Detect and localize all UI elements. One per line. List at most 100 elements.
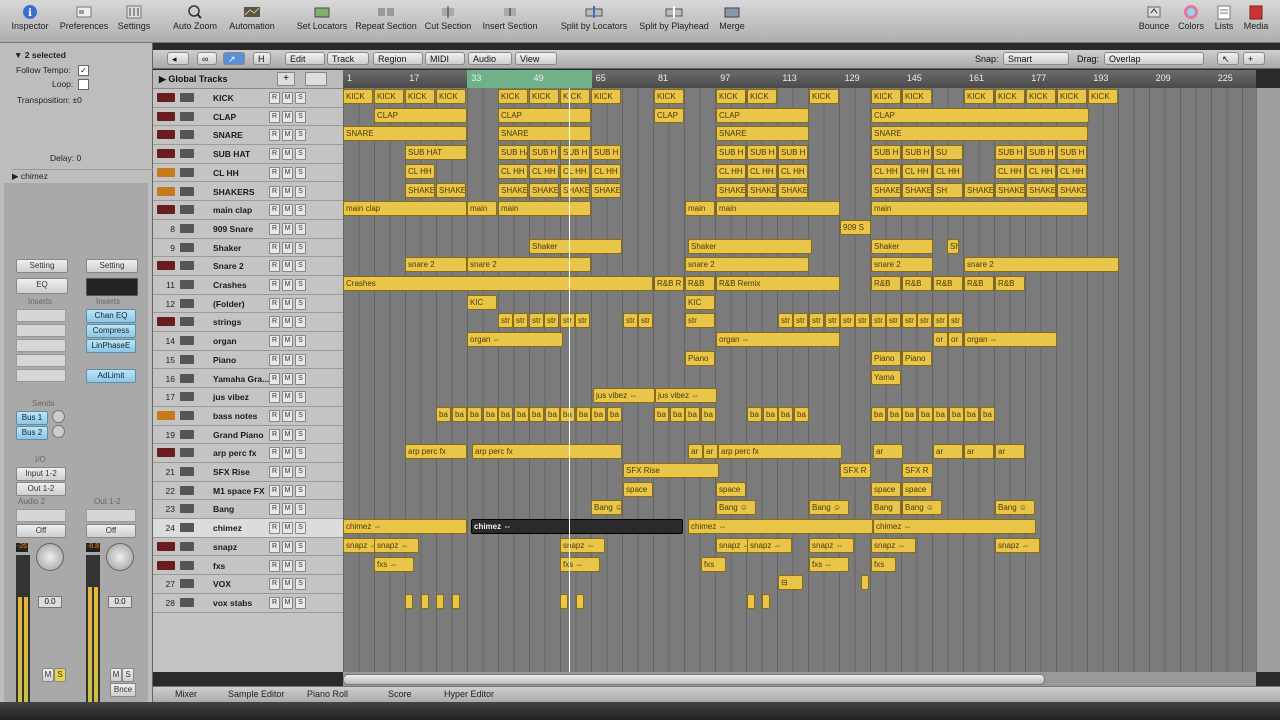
- region[interactable]: CL HH: [591, 163, 621, 179]
- region[interactable]: ba: [591, 406, 606, 422]
- solo-button[interactable]: S: [295, 409, 306, 422]
- mute-button[interactable]: M: [282, 110, 293, 123]
- region[interactable]: ba: [964, 406, 979, 422]
- region[interactable]: CL HH: [995, 163, 1025, 179]
- group-slot[interactable]: [16, 509, 66, 522]
- tab-mixer[interactable]: Mixer: [175, 689, 197, 699]
- region[interactable]: R&B: [685, 276, 715, 291]
- region[interactable]: organ ⇔: [716, 332, 840, 348]
- region[interactable]: Yama: [871, 369, 901, 385]
- tab-piano-roll[interactable]: Piano Roll: [307, 689, 348, 699]
- midi-menu[interactable]: MIDI: [425, 52, 465, 65]
- region[interactable]: str: [902, 313, 917, 329]
- region[interactable]: SHAKE: [560, 182, 590, 198]
- mute-button[interactable]: M: [282, 129, 293, 142]
- transposition-row[interactable]: Transposition: ±0: [17, 95, 147, 105]
- mute-button[interactable]: M: [282, 297, 293, 310]
- set-locators-button[interactable]: Set Locators: [295, 2, 349, 31]
- insert-slot[interactable]: [16, 309, 66, 322]
- region[interactable]: or: [948, 332, 963, 348]
- region[interactable]: fxs ⇔: [374, 556, 414, 572]
- region[interactable]: Bang ☺: [995, 500, 1035, 516]
- region[interactable]: SHAKE: [902, 182, 932, 198]
- region[interactable]: SHAKE: [498, 182, 528, 198]
- region[interactable]: str: [498, 313, 513, 329]
- mute-button[interactable]: M: [282, 204, 293, 217]
- region[interactable]: KICK: [498, 89, 528, 104]
- region[interactable]: ba: [685, 406, 700, 422]
- track-row[interactable]: CLAP R M S: [153, 108, 343, 127]
- region[interactable]: SUB H: [871, 145, 901, 161]
- region[interactable]: main: [716, 201, 840, 217]
- solo-button[interactable]: S: [295, 297, 306, 310]
- region[interactable]: ar: [933, 444, 963, 460]
- region[interactable]: ba: [902, 406, 917, 422]
- record-enable-button[interactable]: R: [269, 578, 280, 591]
- hide-button[interactable]: H: [253, 52, 271, 65]
- region[interactable]: str: [623, 313, 638, 329]
- solo-button[interactable]: S: [295, 596, 306, 609]
- record-enable-button[interactable]: R: [269, 92, 280, 104]
- region[interactable]: KICK: [1057, 89, 1087, 104]
- region[interactable]: SUB H: [902, 145, 932, 161]
- tab-score[interactable]: Score: [388, 689, 412, 699]
- region[interactable]: CL HH: [778, 163, 808, 179]
- solo-button[interactable]: S: [295, 391, 306, 404]
- insert-compress[interactable]: Compress: [86, 324, 136, 338]
- repeat-section-button[interactable]: Repeat Section: [355, 2, 417, 31]
- region[interactable]: [560, 593, 568, 609]
- region[interactable]: SHAKE: [591, 182, 621, 198]
- region[interactable]: SNARE: [716, 126, 809, 142]
- track-row[interactable]: 11 Crashes R M S: [153, 276, 343, 295]
- track-row[interactable]: strings R M S: [153, 313, 343, 333]
- region[interactable]: KICK: [747, 89, 777, 104]
- region[interactable]: SHAKE: [436, 182, 466, 198]
- region[interactable]: Shaker: [529, 238, 622, 254]
- region[interactable]: ba: [980, 406, 995, 422]
- track-row[interactable]: bass notes R M S: [153, 407, 343, 426]
- region[interactable]: [452, 593, 460, 609]
- record-enable-button[interactable]: R: [269, 204, 280, 217]
- region[interactable]: CL HH: [871, 163, 901, 179]
- track-row[interactable]: 9 Shaker R M S: [153, 239, 343, 258]
- record-enable-button[interactable]: R: [269, 522, 280, 535]
- mute-button[interactable]: M: [282, 335, 293, 348]
- region[interactable]: ⊟: [778, 575, 803, 591]
- region[interactable]: SHAKE: [529, 182, 559, 198]
- link-button[interactable]: ∞: [197, 52, 217, 65]
- region[interactable]: str: [840, 313, 855, 329]
- track-row[interactable]: snapz R M S: [153, 538, 343, 557]
- track-row[interactable]: 8 909 Snare R M S: [153, 220, 343, 239]
- region[interactable]: SNARE: [498, 126, 591, 142]
- solo-button[interactable]: S: [295, 316, 306, 329]
- eq-display-2[interactable]: [86, 278, 138, 296]
- mute-button[interactable]: M: [282, 428, 293, 441]
- region[interactable]: KICK: [809, 89, 839, 104]
- region[interactable]: ba: [794, 406, 809, 422]
- region[interactable]: ba: [747, 406, 762, 422]
- region[interactable]: ba: [467, 406, 482, 422]
- track-row[interactable]: arp perc fx R M S: [153, 444, 343, 463]
- tab-sample-editor[interactable]: Sample Editor: [228, 689, 285, 699]
- region[interactable]: ba: [436, 406, 451, 422]
- region[interactable]: ba: [701, 406, 716, 422]
- region[interactable]: Bang ☺: [809, 500, 849, 516]
- record-enable-button[interactable]: R: [269, 185, 280, 198]
- record-enable-button[interactable]: R: [269, 353, 280, 366]
- loop-checkbox[interactable]: [78, 79, 89, 90]
- region[interactable]: SNARE: [871, 126, 1088, 142]
- region[interactable]: str: [825, 313, 840, 329]
- media-button[interactable]: Media: [1240, 2, 1272, 31]
- region[interactable]: CLAP: [654, 107, 684, 123]
- record-enable-button[interactable]: R: [269, 129, 280, 142]
- region[interactable]: [421, 593, 429, 609]
- region[interactable]: snare 2: [871, 257, 933, 273]
- track-row[interactable]: 27 VOX R M S: [153, 575, 343, 594]
- region[interactable]: CL HH: [933, 163, 963, 179]
- region[interactable]: fxs: [701, 556, 726, 572]
- region[interactable]: ar: [703, 444, 718, 460]
- region[interactable]: str: [809, 313, 824, 329]
- record-enable-button[interactable]: R: [269, 297, 280, 310]
- region[interactable]: str: [778, 313, 793, 329]
- fader-value-1[interactable]: 0.0: [38, 596, 62, 608]
